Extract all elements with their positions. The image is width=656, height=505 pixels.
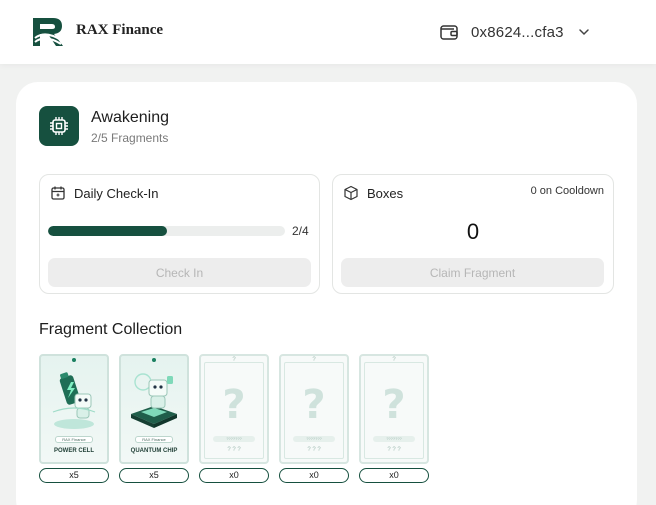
calendar-icon — [51, 186, 65, 200]
wallet-icon — [440, 25, 458, 40]
locked-badge: ??????? — [293, 436, 335, 442]
fragment-count: x0 — [199, 468, 269, 483]
checkin-progress-label: 2/4 — [292, 224, 309, 238]
status-dot — [72, 358, 76, 362]
fragment-art-card: ? ? ??????? ? ? ? — [279, 354, 349, 464]
fragment-count: x0 — [359, 468, 429, 483]
fragment-art-card: RAX Finance QUANTUM CHIP — [119, 354, 189, 464]
box-icon — [344, 185, 358, 201]
brand-name: RAX Finance — [76, 22, 164, 38]
boxes-header: Boxes — [343, 185, 403, 201]
unknown-fragment-icon: ? — [382, 382, 406, 428]
checkin-progress-bar — [48, 226, 285, 236]
fragment-card-locked[interactable]: ? ? ??????? ? ? ? x0 — [279, 354, 349, 483]
awakening-badge — [39, 106, 79, 146]
fragment-card-quantum-chip[interactable]: RAX Finance QUANTUM CHIP x5 — [119, 354, 189, 483]
fragment-name: ? ? ? — [227, 447, 241, 453]
rax-finance-badge: RAX Finance — [135, 436, 173, 443]
fragments-progress-text: 2/5 Fragments — [91, 131, 169, 145]
fragment-count: x0 — [279, 468, 349, 483]
boxes-panel: Boxes 0 on Cooldown 0 Claim Fragment — [332, 174, 614, 294]
rax-finance-badge: RAX Finance — [55, 436, 93, 443]
fragment-card-locked[interactable]: ? ? ??????? ? ? ? x0 — [359, 354, 429, 483]
chevron-down-icon — [578, 29, 589, 36]
fragment-card-locked[interactable]: ? ? ??????? ? ? ? x0 — [199, 354, 269, 483]
status-dot — [152, 358, 156, 362]
fragment-art-card: RAX Finance POWER CELL — [39, 354, 109, 464]
fragment-name: ? ? ? — [387, 447, 401, 453]
locked-badge: ??????? — [373, 436, 415, 442]
awakening-title: Awakening — [91, 109, 169, 126]
quantum-chip-illustration — [131, 373, 177, 428]
top-header: RAX Finance 0x8624...cfa3 — [0, 0, 656, 64]
daily-checkin-title: Daily Check-In — [74, 185, 159, 201]
fragment-name: QUANTUM CHIP — [130, 448, 178, 454]
fragment-art-card: ? ? ??????? ? ? ? — [359, 354, 429, 464]
wallet-address: 0x8624...cfa3 — [471, 23, 564, 41]
fragment-name: ? ? ? — [307, 447, 321, 453]
awakening-card: Awakening 2/5 Fragments Daily Check-In 2… — [16, 82, 637, 505]
wallet-selector[interactable]: 0x8624...cfa3 — [430, 14, 610, 50]
claim-fragment-button[interactable]: Claim Fragment — [341, 258, 604, 287]
boxes-title: Boxes — [367, 185, 404, 201]
unknown-fragment-icon: ? — [222, 382, 246, 428]
fragment-card-power-cell[interactable]: RAX Finance POWER CELL x5 — [39, 354, 109, 483]
unknown-fragment-icon: ? — [302, 382, 326, 428]
fragment-count: x5 — [39, 468, 109, 483]
fragment-art-card: ? ? ??????? ? ? ? — [199, 354, 269, 464]
checkin-progress-fill — [48, 226, 167, 236]
chip-icon — [50, 117, 68, 135]
daily-checkin-panel: Daily Check-In 2/4 Check In — [39, 174, 320, 294]
fragment-name: POWER CELL — [54, 448, 94, 454]
rax-logo-icon[interactable] — [31, 16, 65, 48]
power-cell-illustration — [52, 372, 96, 429]
fragment-count: x5 — [119, 468, 189, 483]
check-in-button[interactable]: Check In — [48, 258, 311, 287]
locked-badge: ??????? — [213, 436, 255, 442]
daily-checkin-header: Daily Check-In — [50, 185, 159, 201]
cooldown-status: 0 on Cooldown — [530, 185, 604, 197]
boxes-count: 0 — [466, 219, 480, 244]
fragment-collection-title: Fragment Collection — [39, 321, 183, 338]
